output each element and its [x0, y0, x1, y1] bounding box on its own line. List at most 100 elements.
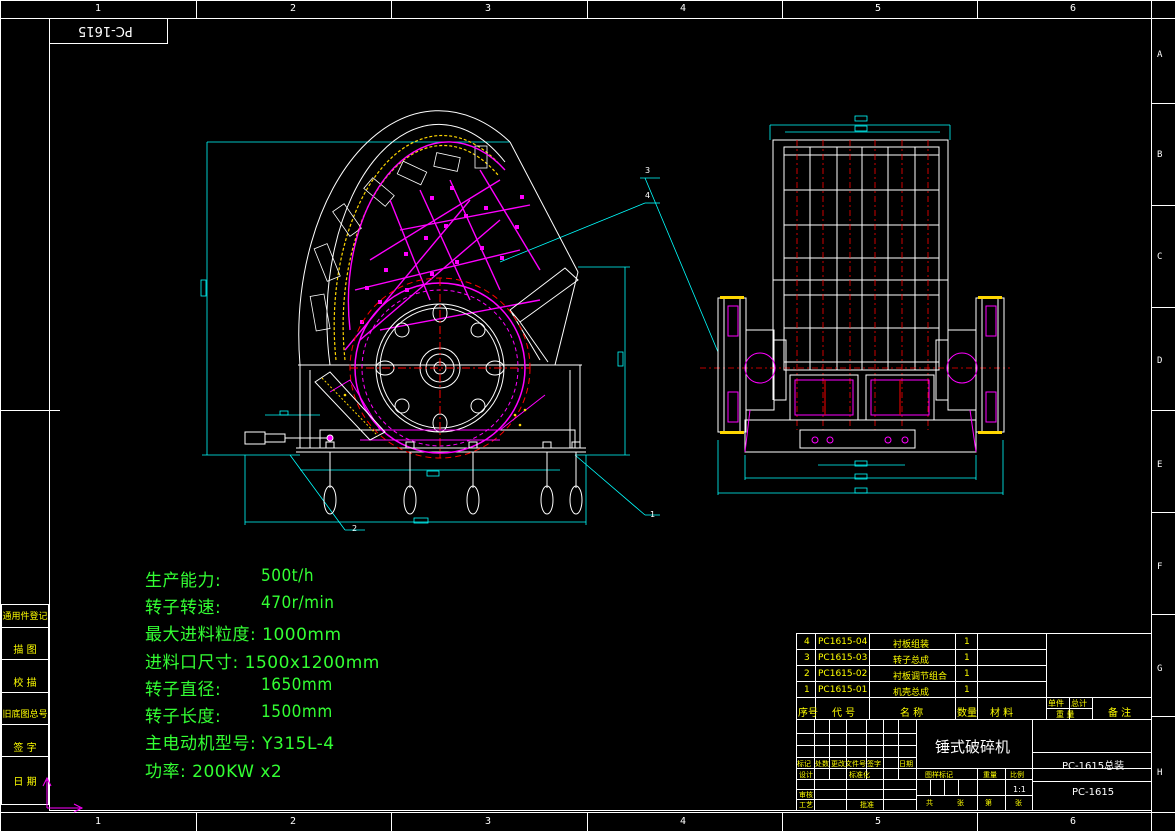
- housing-outline: [296, 110, 586, 453]
- col-num: 6: [1070, 3, 1077, 14]
- spec-value: 1500mm: [261, 702, 333, 722]
- row-letter: E: [1157, 460, 1163, 470]
- col-num: 3: [485, 816, 492, 827]
- part-no: 1: [804, 685, 810, 695]
- part-no: 3: [804, 653, 810, 663]
- col-num: 6: [1070, 816, 1077, 827]
- balloon-2: 2: [352, 524, 358, 533]
- col-num: 4: [680, 816, 687, 827]
- part-code: PC1615-01: [818, 685, 868, 695]
- part-name: 衬板组装: [893, 640, 930, 650]
- stage-label: 重量: [983, 771, 997, 779]
- spec-row: 主电动机型号: Y315L-4: [145, 729, 335, 754]
- spec-label: 转子转速:: [145, 598, 222, 618]
- left-pulley: [717, 297, 787, 433]
- spec-row: 功率: 200KW x2: [145, 757, 282, 782]
- front-dimensions: [200, 141, 660, 531]
- side-label: 旧底图总号: [2, 710, 48, 720]
- part-name: 衬板调节组合: [893, 672, 948, 682]
- side-label: 校 描: [13, 678, 37, 689]
- row-letter: A: [1157, 50, 1163, 60]
- spec-label: 转子直径:: [145, 680, 222, 700]
- revision-label: 签字: [867, 760, 881, 768]
- front-view: [200, 110, 660, 531]
- header-material: 材 料: [990, 708, 1014, 719]
- spec-label: 功率:: [145, 762, 187, 782]
- header-total-weight: 总计: [1071, 699, 1087, 708]
- revision-label: 处数: [815, 760, 829, 768]
- balloon-4: 4: [645, 191, 651, 200]
- balloon-3: 3: [645, 166, 651, 175]
- row-letter: G: [1157, 664, 1163, 674]
- header-unit-weight: 单件: [1048, 699, 1064, 708]
- sheet-label: 张: [957, 799, 964, 807]
- part-qty: 1: [964, 669, 970, 679]
- drawing-code: PC-1615: [1072, 787, 1115, 798]
- stage-label: 图样标记: [925, 771, 953, 779]
- part-code: PC1615-04: [818, 637, 868, 647]
- col-num: 5: [875, 3, 882, 14]
- side-label: 签 字: [13, 743, 37, 754]
- pulley-hatch: [720, 296, 1002, 434]
- sheet-label: 张: [1015, 799, 1022, 807]
- drawing-title: PC-1615总装: [1062, 761, 1125, 772]
- side-label: 通用件登记: [2, 612, 48, 622]
- revision-label: 更改文件号: [831, 760, 866, 768]
- part-qty: 1: [964, 637, 970, 647]
- part-name: 转子总成: [893, 656, 930, 666]
- side-dimensions: [644, 115, 1004, 495]
- part-qty: 1: [964, 685, 970, 695]
- sheet-label: 共: [926, 799, 933, 807]
- part-no: 2: [804, 669, 810, 679]
- col-num: 3: [485, 3, 492, 14]
- spec-row: 最大进料粒度: 1000mm: [145, 620, 342, 645]
- col-num: 2: [290, 3, 297, 14]
- spec-value: 1500x1200mm: [244, 653, 380, 673]
- spec-label: 最大进料粒度:: [145, 625, 257, 645]
- col-num: 5: [875, 816, 882, 827]
- spec-value: 1650mm: [261, 675, 333, 695]
- side-feet: [744, 409, 977, 453]
- spec-value: Y315L-4: [262, 734, 335, 754]
- part-code: PC1615-02: [818, 669, 868, 679]
- stage-label: 比例: [1010, 771, 1024, 779]
- side-label: 日 期: [13, 777, 37, 788]
- role-label: 设计: [799, 771, 813, 779]
- header-code: 代 号: [832, 708, 856, 719]
- col-num: 1: [95, 816, 102, 827]
- row-letter: B: [1157, 150, 1163, 160]
- rotor: [349, 277, 531, 459]
- spec-label: 转子长度:: [145, 707, 222, 727]
- side-view: [644, 115, 1010, 495]
- header-note: 备 注: [1108, 708, 1132, 719]
- sheet-label: 第: [985, 799, 992, 807]
- scale-value: 1:1: [1013, 785, 1026, 794]
- product-name: 锤式破碎机: [935, 738, 1011, 756]
- spec-row: 转子长度: 1500mm: [145, 702, 332, 727]
- col-num: 1: [95, 3, 102, 14]
- grate-bars: [344, 141, 541, 351]
- frame-bolts: [811, 436, 909, 444]
- header-qty: 数量: [957, 708, 977, 719]
- spec-label: 进料口尺寸:: [145, 653, 239, 673]
- spec-value: 470r/min: [261, 593, 335, 613]
- spec-row: 转子转速: 470r/min: [145, 593, 334, 618]
- row-letter: F: [1157, 562, 1163, 572]
- body-grid: [772, 139, 949, 400]
- part-name: 机壳总成: [893, 688, 930, 698]
- spec-row: 生产能力: 500t/h: [145, 566, 314, 591]
- row-letter: H: [1157, 768, 1163, 778]
- role-label: 审核: [799, 791, 813, 799]
- spec-value: 1000mm: [262, 625, 342, 645]
- spec-value: 500t/h: [261, 566, 315, 586]
- role-label: 批准: [860, 801, 874, 809]
- header-name: 名 称: [900, 708, 924, 719]
- col-num: 2: [290, 816, 297, 827]
- side-label: 描 图: [13, 645, 37, 656]
- row-letter: C: [1157, 252, 1163, 262]
- hatch-dots: [343, 393, 527, 427]
- header-no: 序号: [798, 708, 818, 719]
- liner-ring: [333, 134, 501, 361]
- revision-label: 日期: [899, 760, 913, 768]
- revision-label: 标记: [797, 760, 811, 768]
